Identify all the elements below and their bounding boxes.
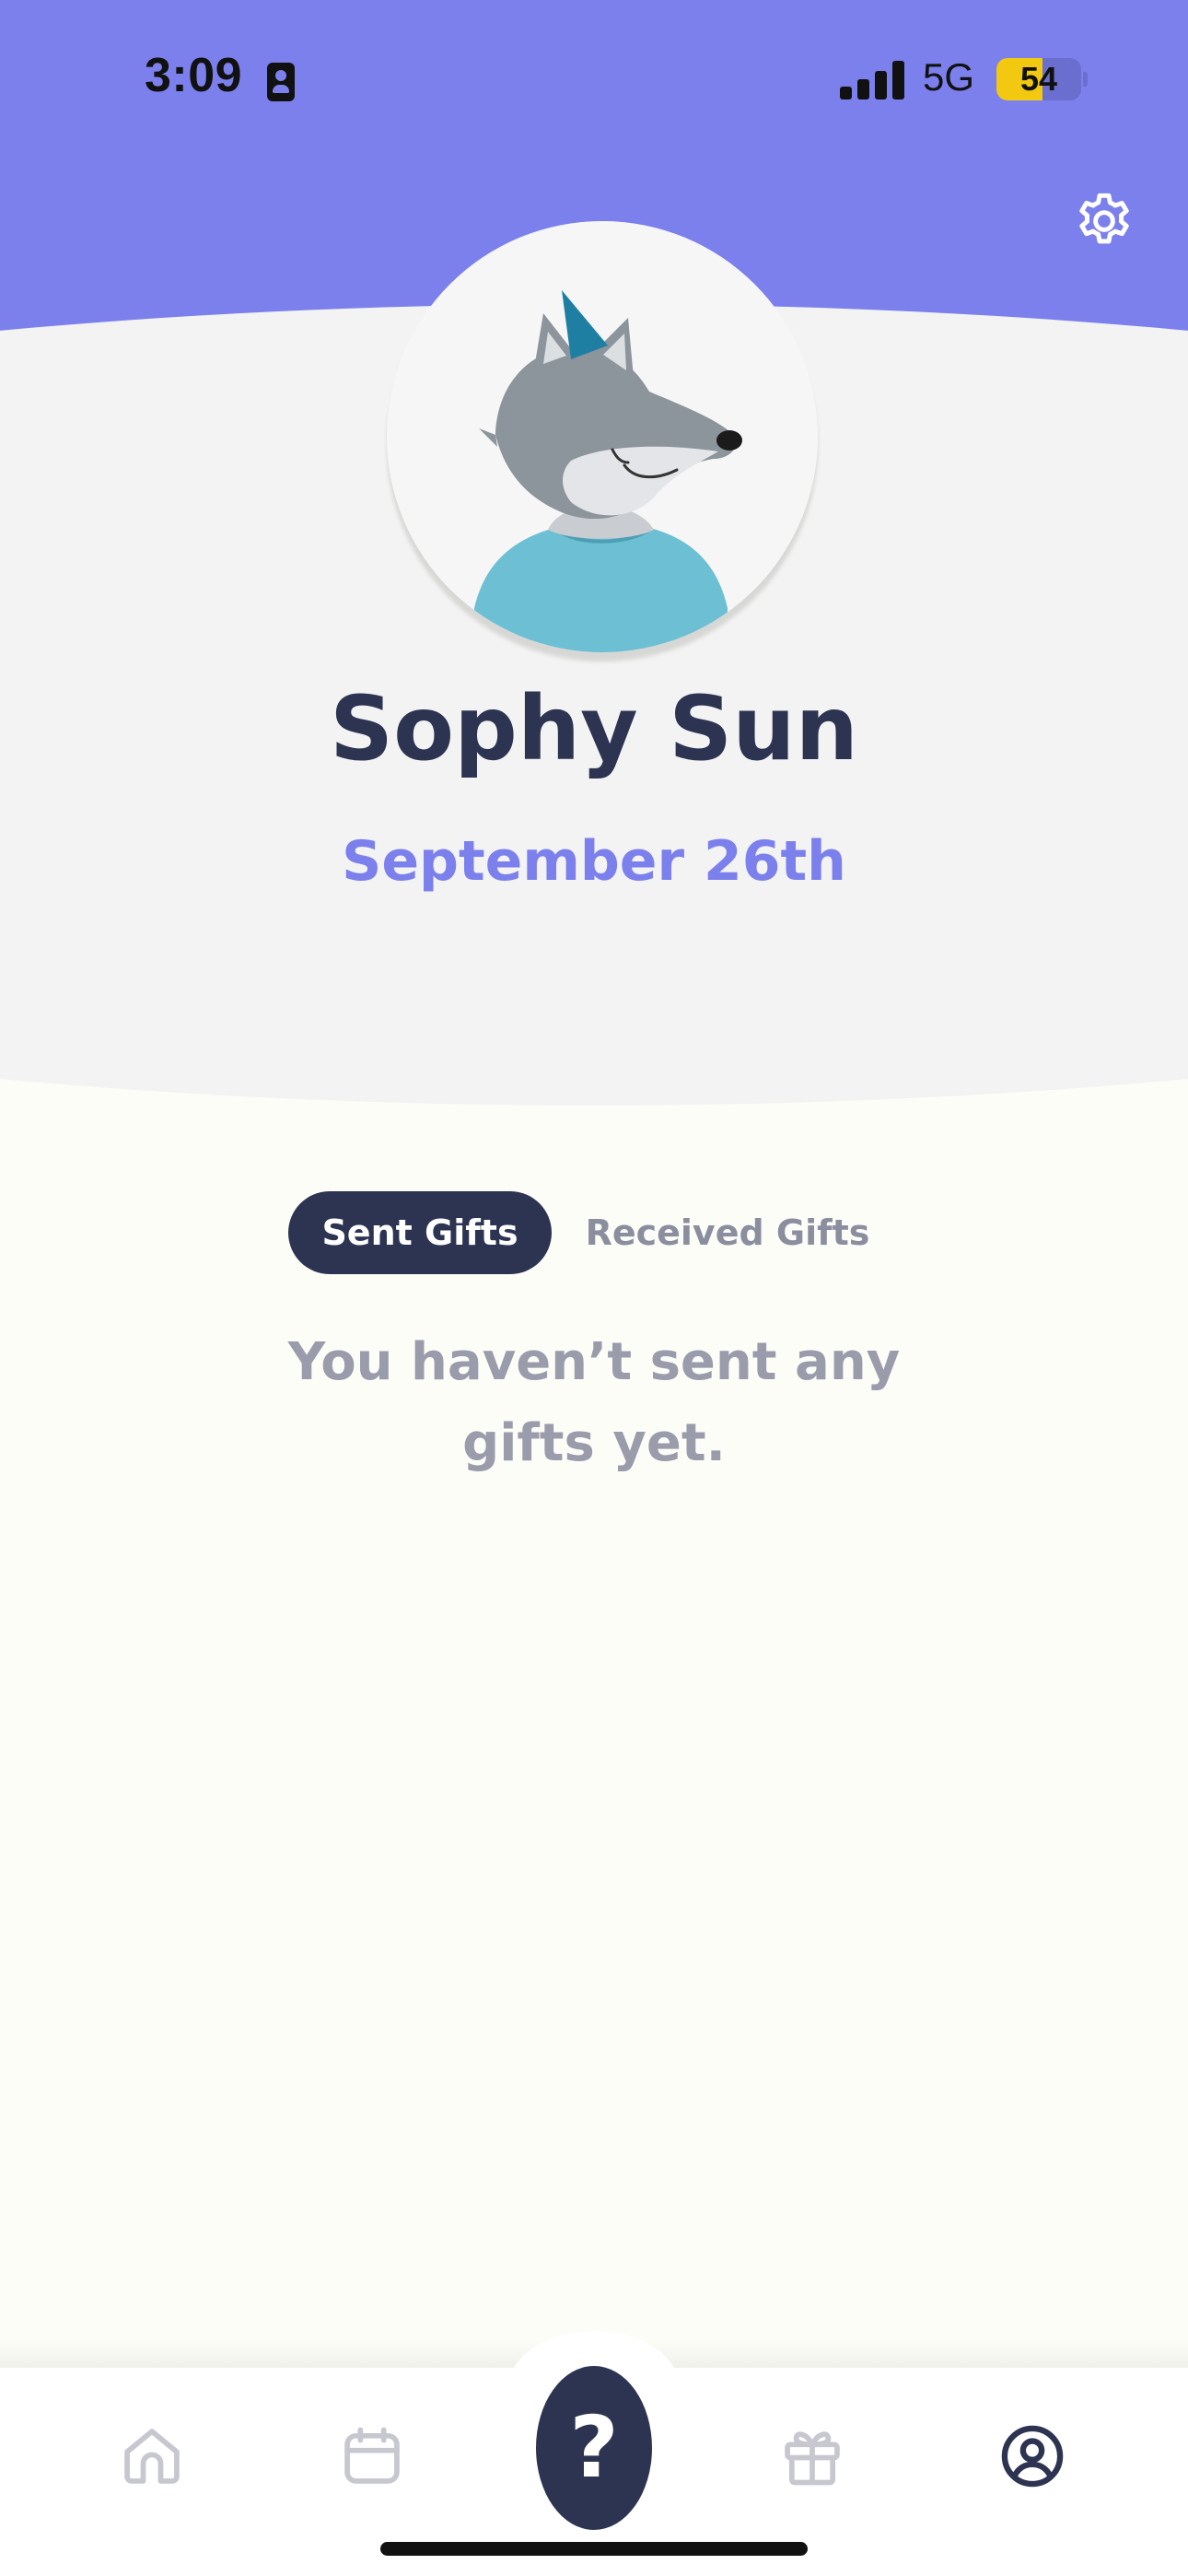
home-indicator <box>380 2542 808 2556</box>
profile-name: Sophy Sun <box>330 677 858 780</box>
nav-gifts[interactable] <box>777 2421 847 2491</box>
wolf-avatar-icon <box>387 221 818 652</box>
profile-birthday: September 26th <box>342 829 846 894</box>
profile-screen: 3:09 5G 54 Sophy Sun September 26th Sent… <box>0 0 1188 2576</box>
nav-profile[interactable] <box>997 2421 1067 2491</box>
settings-button[interactable] <box>1072 189 1136 253</box>
avatar[interactable] <box>387 221 818 652</box>
gift-tabs: Sent Gifts Received Gifts <box>0 1191 1188 1274</box>
battery-level: 54 <box>1019 60 1058 98</box>
empty-state-message: You haven’t sent any gifts yet. <box>287 1332 901 1473</box>
profile-icon <box>1001 2425 1064 2488</box>
network-type: 5G <box>923 55 975 99</box>
gear-icon <box>1079 193 1129 244</box>
home-icon <box>124 2429 180 2484</box>
nav-home[interactable] <box>117 2421 187 2491</box>
tab-received-gifts[interactable]: Received Gifts <box>571 1191 884 1274</box>
battery-cap <box>1083 72 1088 87</box>
signal-strength-icon <box>840 61 906 100</box>
calendar-icon <box>344 2427 400 2484</box>
status-time: 3:09 <box>145 49 243 102</box>
gift-icon <box>785 2431 840 2486</box>
battery-icon: 54 <box>996 58 1081 100</box>
status-bar: 3:09 5G 54 <box>0 0 1188 157</box>
nav-help-button[interactable]: ? <box>536 2366 652 2530</box>
tab-sent-gifts[interactable]: Sent Gifts <box>288 1191 552 1274</box>
nav-calendar[interactable] <box>337 2421 407 2491</box>
contact-card-icon <box>267 63 295 101</box>
